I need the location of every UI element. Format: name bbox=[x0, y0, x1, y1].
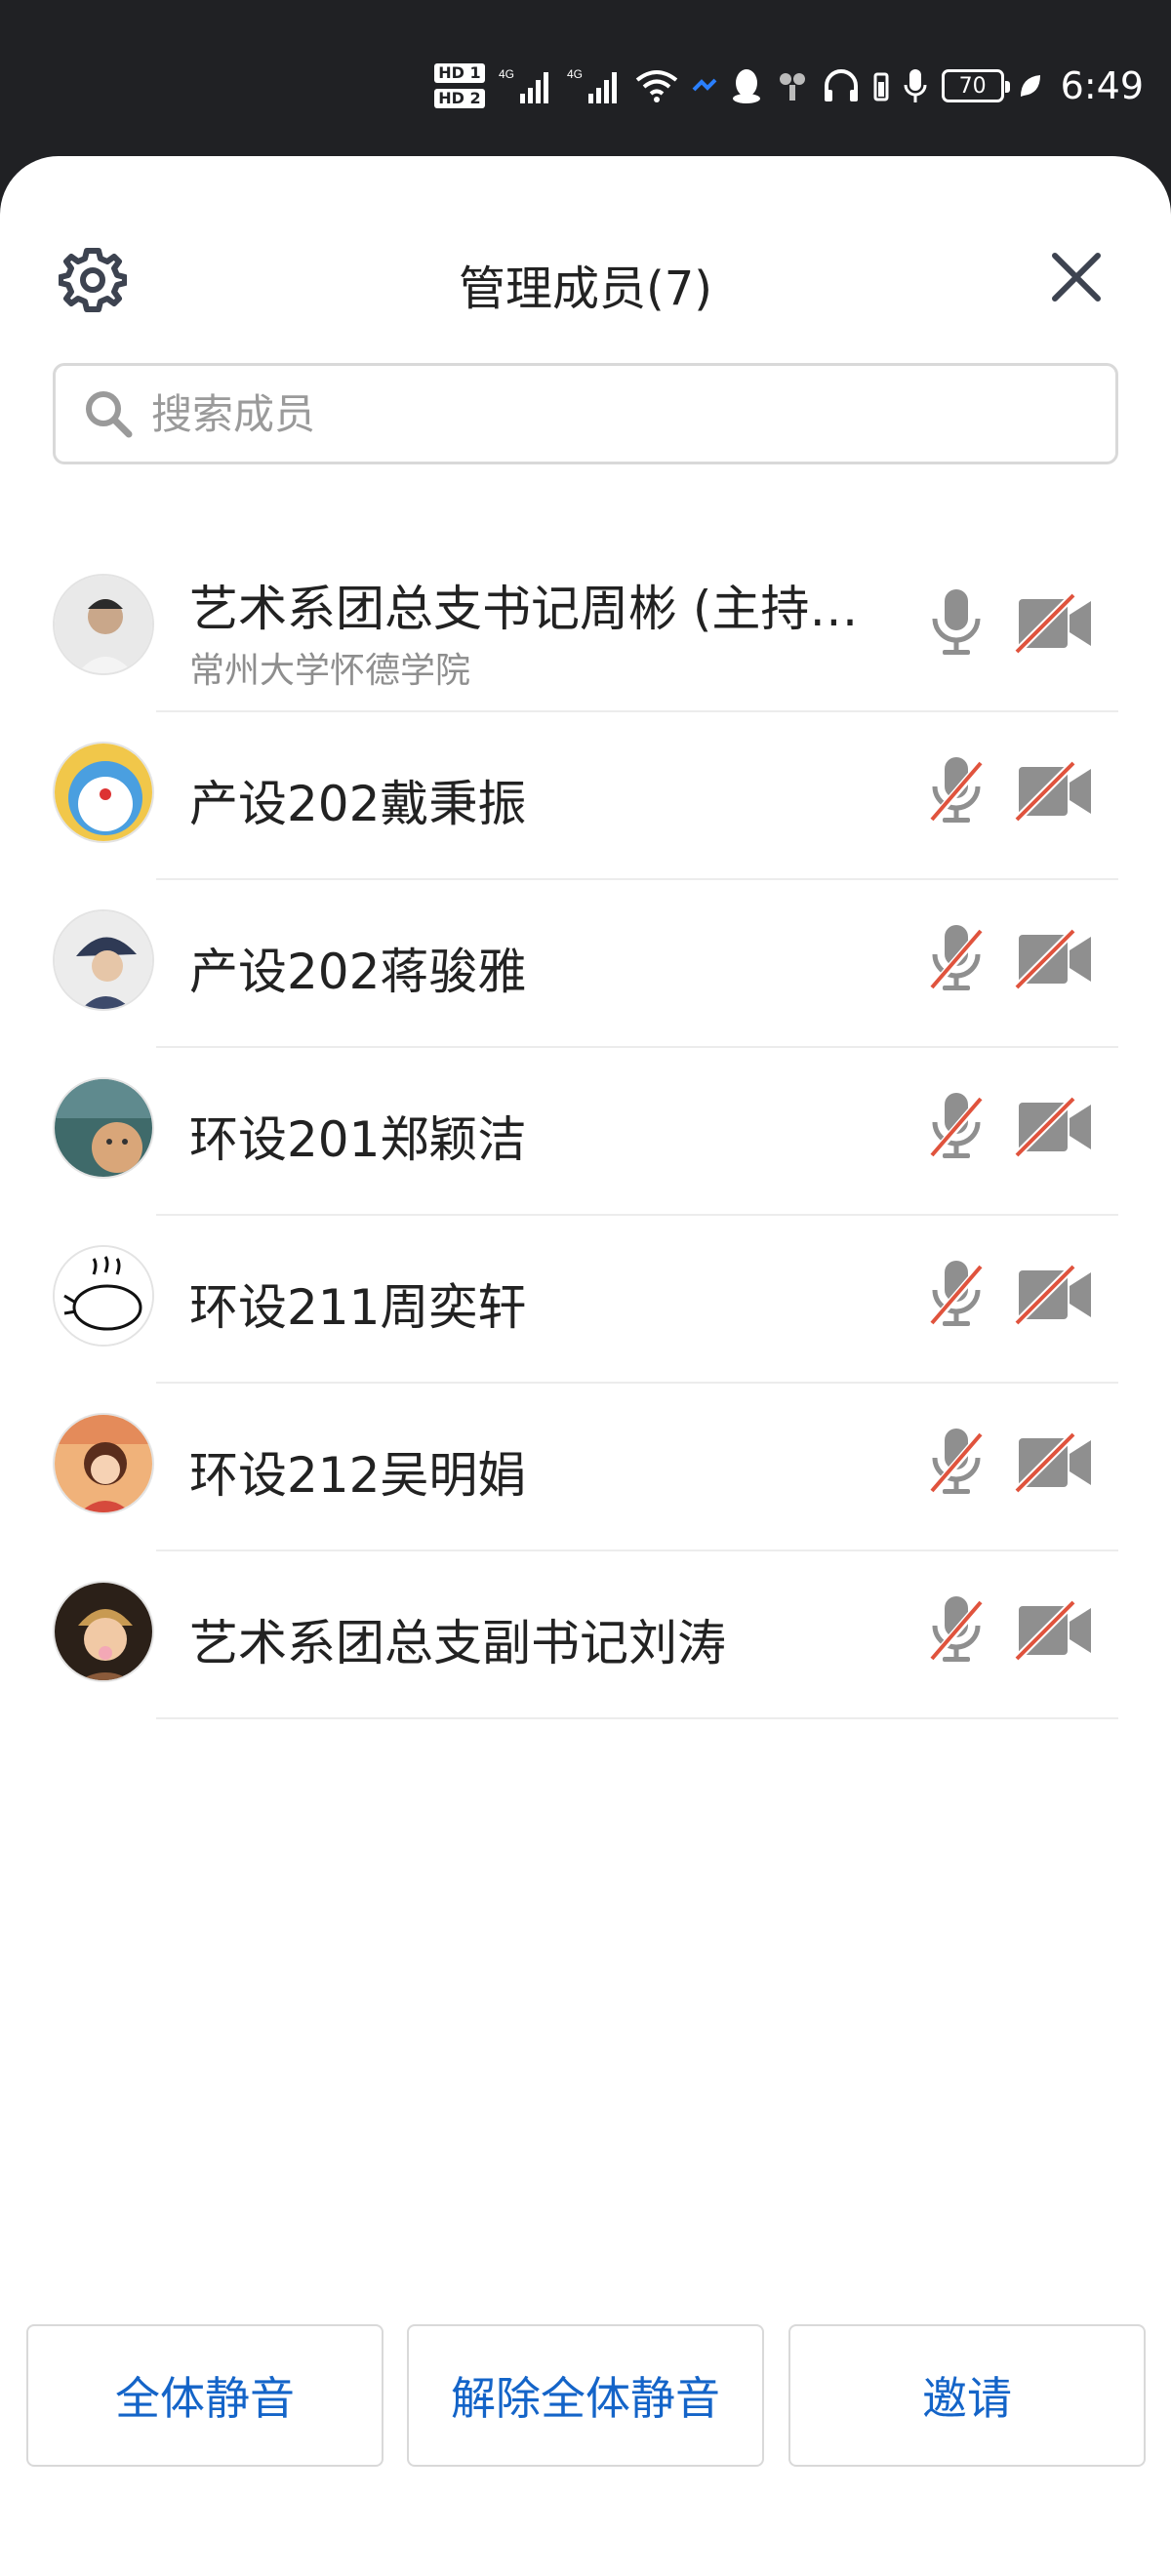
hd1-label: HD 1 bbox=[434, 63, 485, 83]
status-icons: HD 1 HD 2 4G 4G 70 6:49 bbox=[434, 57, 1144, 115]
microphone-off-icon[interactable] bbox=[927, 1423, 986, 1501]
status-bar: HD 1 HD 2 4G 4G 70 6:49 bbox=[0, 0, 1171, 156]
member-name: 环设211周奕轩 bbox=[189, 1279, 527, 1336]
microphone-off-icon[interactable] bbox=[927, 1087, 986, 1165]
microphone-off-icon[interactable] bbox=[927, 751, 986, 829]
member-subtitle: 常州大学怀德学院 bbox=[189, 651, 471, 691]
member-name: 产设202蒋骏雅 bbox=[189, 944, 527, 1000]
qq-icon bbox=[732, 69, 760, 103]
unmute-all-button[interactable]: 解除全体静音 bbox=[407, 2324, 764, 2467]
camera-off-icon[interactable] bbox=[1015, 1600, 1095, 1661]
headphones-icon bbox=[824, 69, 858, 101]
clock: 6:49 bbox=[1060, 64, 1144, 107]
avatar bbox=[53, 1581, 154, 1682]
search-input[interactable] bbox=[149, 388, 1031, 439]
member-list: 艺术系团总支书记周彬 (主持… 常州大学怀德学院 产设202戴秉振 产设202蒋… bbox=[0, 544, 1171, 1719]
footer-actions: 全体静音 解除全体静音 邀请 bbox=[0, 2324, 1171, 2471]
leaf-icon bbox=[1020, 75, 1040, 97]
network1-label: 4G bbox=[499, 67, 514, 81]
camera-off-icon[interactable] bbox=[1015, 1432, 1095, 1493]
microphone-off-icon[interactable] bbox=[927, 1590, 986, 1669]
hd-indicator: HD 1 HD 2 bbox=[434, 63, 485, 108]
member-name: 艺术系团总支副书记刘涛 bbox=[189, 1615, 726, 1671]
avatar bbox=[53, 1077, 154, 1179]
avatar bbox=[53, 1245, 154, 1347]
microphone-off-icon[interactable] bbox=[927, 919, 986, 997]
page-title: 管理成员(7) bbox=[459, 262, 712, 316]
camera-off-icon[interactable] bbox=[1015, 593, 1095, 654]
camera-off-icon[interactable] bbox=[1015, 1265, 1095, 1325]
avatar bbox=[53, 1413, 154, 1514]
battery-small-icon bbox=[873, 72, 889, 101]
hd2-label: HD 2 bbox=[434, 89, 485, 108]
sheet-header: 管理成员(7) bbox=[0, 156, 1171, 316]
manage-members-sheet: 管理成员(7) 艺术系团总支书记周彬 (主持… 常州大学怀德学院 bbox=[0, 156, 1171, 2576]
transfer-icon bbox=[692, 78, 717, 92]
member-name: 环设201郑颖洁 bbox=[189, 1111, 527, 1168]
signal-icon: 4G bbox=[499, 67, 548, 103]
search-box[interactable] bbox=[53, 363, 1118, 464]
camera-off-icon[interactable] bbox=[1015, 1097, 1095, 1157]
avatar bbox=[53, 742, 154, 843]
member-row[interactable]: 环设211周奕轩 bbox=[0, 1216, 1171, 1384]
member-row[interactable]: 艺术系团总支书记周彬 (主持… 常州大学怀德学院 bbox=[0, 544, 1171, 712]
wifi-icon bbox=[635, 70, 677, 102]
member-row[interactable]: 产设202蒋骏雅 bbox=[0, 880, 1171, 1048]
member-row[interactable]: 产设202戴秉振 bbox=[0, 712, 1171, 880]
member-row[interactable]: 艺术系团总支副书记刘涛 bbox=[0, 1551, 1171, 1719]
app-notification-icon bbox=[779, 73, 805, 101]
signal-icon-2: 4G bbox=[567, 67, 617, 103]
member-name: 产设202戴秉振 bbox=[189, 776, 527, 832]
member-row[interactable]: 环设201郑颖洁 bbox=[0, 1048, 1171, 1216]
member-name: 环设212吴明娟 bbox=[189, 1447, 527, 1504]
camera-off-icon[interactable] bbox=[1015, 761, 1095, 822]
network2-label: 4G bbox=[567, 67, 583, 81]
invite-button[interactable]: 邀请 bbox=[788, 2324, 1146, 2467]
member-row[interactable]: 环设212吴明娟 bbox=[0, 1384, 1171, 1551]
microphone-icon[interactable] bbox=[927, 584, 986, 662]
microphone-status-icon bbox=[904, 69, 927, 102]
avatar bbox=[53, 574, 154, 675]
close-icon[interactable] bbox=[1049, 250, 1104, 304]
divider bbox=[156, 1717, 1118, 1719]
battery-icon: 70 bbox=[941, 69, 1010, 102]
microphone-off-icon[interactable] bbox=[927, 1255, 986, 1333]
mute-all-button[interactable]: 全体静音 bbox=[26, 2324, 384, 2467]
camera-off-icon[interactable] bbox=[1015, 929, 1095, 989]
avatar bbox=[53, 909, 154, 1011]
member-name: 艺术系团总支书记周彬 (主持… bbox=[189, 581, 859, 637]
search-icon bbox=[86, 391, 133, 438]
